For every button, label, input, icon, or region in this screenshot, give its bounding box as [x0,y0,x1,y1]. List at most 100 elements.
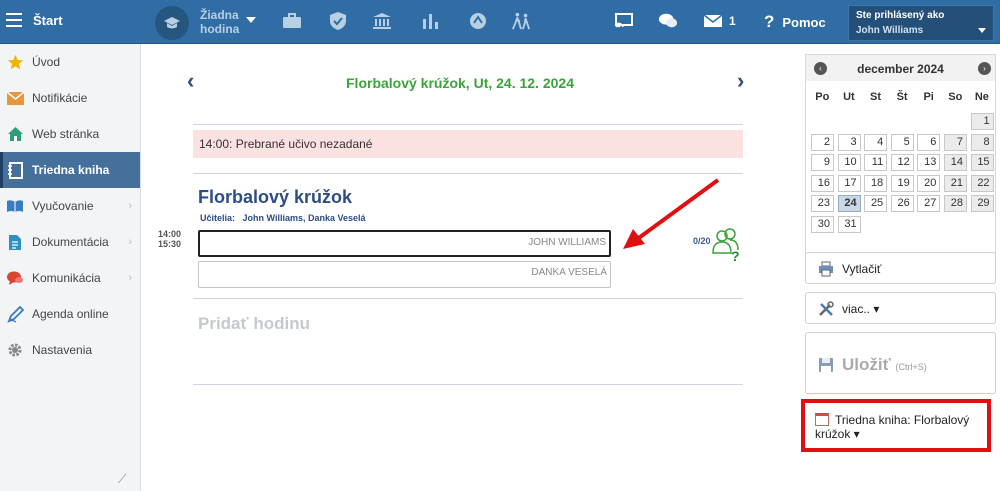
calendar-day[interactable]: 28 [942,193,969,214]
sidebar-item-uvod[interactable]: Úvod [0,44,140,80]
more-actions-label: viac.. ▾ [842,302,880,316]
calendar-day[interactable]: 11 [862,152,889,173]
calendar-day[interactable]: 12 [889,152,916,173]
calendar-day[interactable]: 21 [942,173,969,194]
calendar-day[interactable]: 14 [942,152,969,173]
calendar-day[interactable]: 5 [889,132,916,153]
bank-icon[interactable] [372,11,392,31]
prev-day-button[interactable]: ‹ [187,68,194,94]
sidebar-item-web-stranka[interactable]: Web stránka [0,116,140,152]
calendar-day[interactable]: 22 [969,173,996,194]
calendar-day-number: 14 [943,154,967,171]
save-button[interactable]: Uložiť (Ctrl+S) [805,332,996,394]
calendar-day[interactable]: 27 [915,193,942,214]
envelope-icon[interactable] [703,11,723,31]
svg-text:?: ? [731,248,740,261]
calendar-empty-cell [969,214,996,235]
calendar-day-number: 25 [864,195,888,212]
envelope-icon [6,89,24,107]
print-button[interactable]: Vytlačiť [805,252,996,284]
teacher-topic-input[interactable]: JOHN WILLIAMS [198,230,611,257]
graduation-cap-icon[interactable] [155,6,189,40]
document-icon [6,233,24,251]
calendar-day[interactable]: 18 [862,173,889,194]
add-lesson-button[interactable]: Pridať hodinu [198,314,310,334]
calendar-day[interactable]: 25 [862,193,889,214]
calendar-day-number: 13 [917,154,941,171]
calendar-day[interactable]: 2 [809,132,836,153]
calendar-day[interactable]: 19 [889,173,916,194]
sidebar-item-label: Triedna kniha [32,163,110,177]
calendar-day[interactable]: 6 [915,132,942,153]
calendar-day-number: 2 [811,133,834,151]
calendar-weekday: Ut [843,91,855,103]
calendar-day[interactable]: 3 [836,132,863,153]
chevron-down-icon[interactable] [246,17,256,23]
sidebar-item-nastavenia[interactable]: Nastavenia [0,332,140,368]
calendar-day-number: 1 [970,113,994,130]
more-actions-button[interactable]: viac.. ▾ [805,292,996,324]
calendar-day-number: 22 [970,174,994,192]
top-bar: Štart Žiadna hodina 1 ? Pomoc Ste prihlás… [0,0,1000,44]
chat-bubbles-icon[interactable] [658,11,678,31]
bar-chart-icon[interactable] [420,11,440,31]
chevron-right-icon: › [128,236,132,248]
lesson-title[interactable]: Florbalový krúžok [198,187,352,208]
question-icon: ? [764,12,775,31]
lesson-selector[interactable]: Žiadna hodina [200,8,239,36]
calendar-day[interactable]: 13 [915,152,942,173]
calendar-day[interactable]: 29 [969,193,996,214]
badge-icon[interactable] [468,11,488,31]
calendar-day-number: 10 [837,154,861,171]
sidebar-item-komunikacia[interactable]: Komunikácia › [0,260,140,296]
calendar-day[interactable]: 15 [969,152,996,173]
start-link[interactable]: Štart [33,13,63,28]
print-label: Vytlačiť [842,262,882,276]
calendar-day[interactable]: 17 [836,173,863,194]
calendar-day[interactable]: 10 [836,152,863,173]
sidebar-item-agenda-online[interactable]: Agenda online [0,296,140,332]
cast-icon[interactable] [614,11,634,31]
calendar-day-number: 21 [943,174,967,192]
calendar-day[interactable]: 20 [915,173,942,194]
calendar-day[interactable]: 31 [836,214,863,235]
calendar-grid: 1 2 3 4 5 6 7 8 9 10 11 12 13 14 15 16 17 18 19 20 21 22 23 24 2… [809,111,995,234]
calendar-day[interactable]: 8 [969,132,996,153]
classbook-selector[interactable]: Triedna kniha: Florbalový krúžok ▾ [801,399,991,452]
calendar-day[interactable]: 1 [969,111,996,132]
teachers-label: Učitelia: [200,213,236,223]
calendar-day[interactable]: 7 [942,132,969,153]
shield-check-icon[interactable] [328,11,348,31]
briefcase-icon[interactable] [282,11,302,31]
sidebar-item-vyucovanie[interactable]: Vyučovanie › [0,188,140,224]
calendar-next-button[interactable]: › [978,62,991,75]
pen-icon [6,305,24,323]
calendar-day[interactable]: 4 [862,132,889,153]
sidebar-item-triedna-kniha[interactable]: Triedna kniha [0,152,140,188]
teacher-topic-input[interactable]: DANKA VESELÁ [198,261,611,288]
calendar-day-number: 5 [890,133,914,151]
sidebar-item-notifikacie[interactable]: Notifikácie [0,80,140,116]
next-day-button[interactable]: › [737,68,744,94]
calendar-empty-cell [889,111,916,132]
calendar-weekday: Po [815,91,830,103]
user-menu[interactable]: Ste prihlásený ako John Williams [848,5,994,41]
sidebar-item-label: Dokumentácia [32,235,109,249]
alert-banner[interactable]: 14:00: Prebrané učivo nezadané [193,130,743,158]
calendar-prev-button[interactable]: ‹ [814,62,827,75]
calendar-day-number: 30 [811,215,834,233]
calendar-day[interactable]: 23 [809,193,836,214]
help-button[interactable]: ? Pomoc [764,12,826,32]
sidebar-collapse-icon[interactable]: ⟋ [118,472,126,487]
calendar-day-number: 18 [864,174,888,192]
calendar-empty-cell [915,214,942,235]
sidebar-item-dokumentacia[interactable]: Dokumentácia › [0,224,140,260]
calendar-day[interactable]: 26 [889,193,916,214]
calendar-day[interactable]: 30 [809,214,836,235]
walking-people-icon[interactable] [511,11,531,31]
calendar-day[interactable]: 9 [809,152,836,173]
calendar-day[interactable]: 16 [809,173,836,194]
calendar-empty-cell [836,111,863,132]
menu-icon[interactable] [6,13,22,27]
calendar-day[interactable]: 24 [836,193,863,214]
